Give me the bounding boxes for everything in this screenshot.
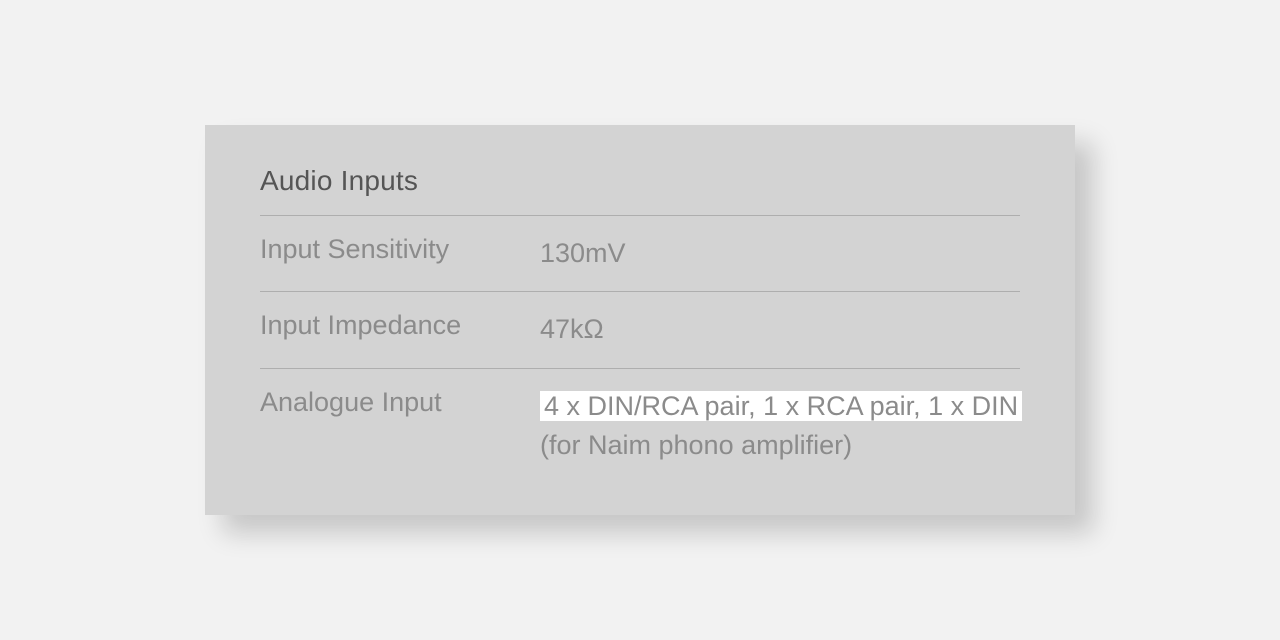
spec-value: 47kΩ xyxy=(540,310,1020,349)
spec-label: Input Impedance xyxy=(260,310,540,341)
spec-row: Input Sensitivity 130mV xyxy=(260,216,1020,292)
spec-value: 4 x DIN/RCA pair, 1 x RCA pair, 1 x DIN … xyxy=(540,387,1020,465)
spec-label: Analogue Input xyxy=(260,387,540,418)
spec-row: Input Impedance 47kΩ xyxy=(260,292,1020,368)
highlighted-text: 4 x DIN/RCA pair, 1 x RCA pair, 1 x DIN xyxy=(540,391,1022,421)
section-title: Audio Inputs xyxy=(260,165,1020,216)
spec-value: 130mV xyxy=(540,234,1020,273)
spec-value-rest: (for Naim phono amplifier) xyxy=(540,430,852,460)
spec-label: Input Sensitivity xyxy=(260,234,540,265)
spec-row: Analogue Input 4 x DIN/RCA pair, 1 x RCA… xyxy=(260,369,1020,465)
spec-card: Audio Inputs Input Sensitivity 130mV Inp… xyxy=(205,125,1075,515)
